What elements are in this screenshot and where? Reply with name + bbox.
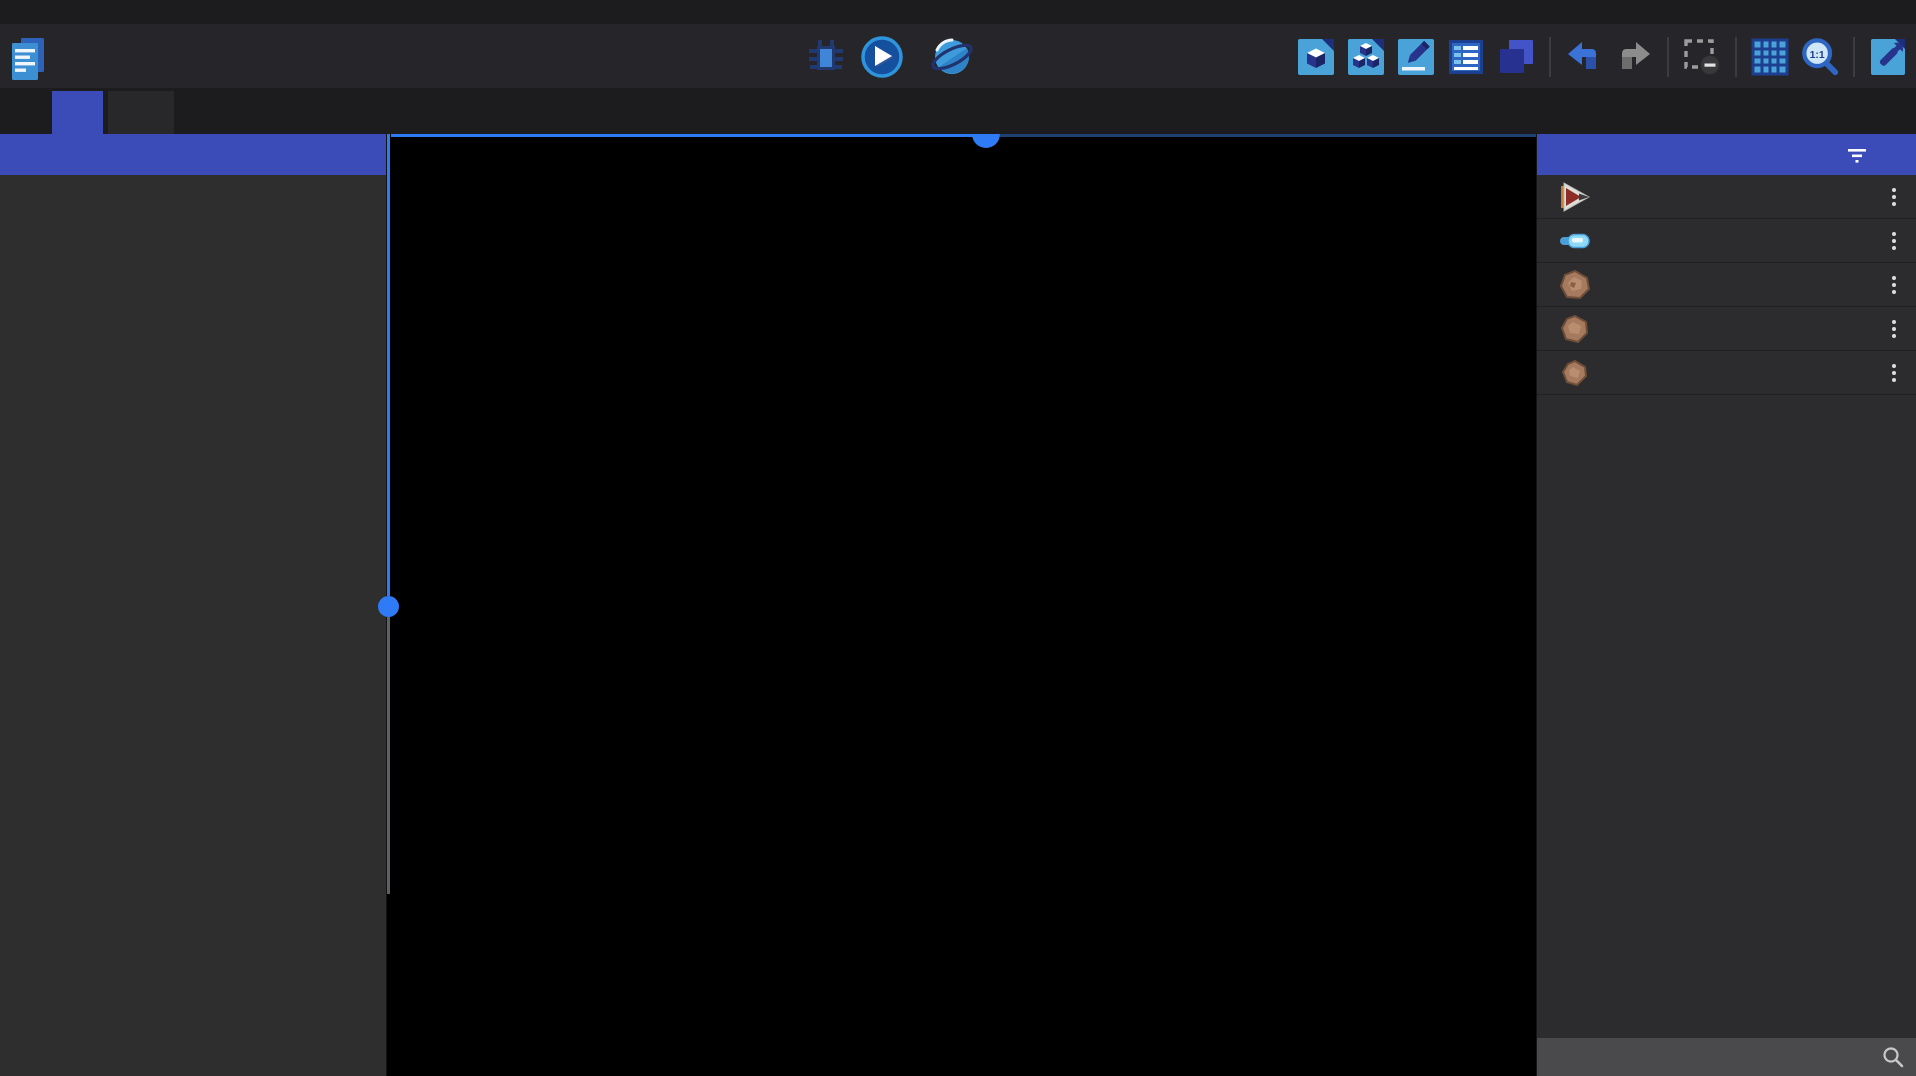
asteroid-icon [1559,358,1593,388]
toolbar: 1:1 [0,24,1916,88]
debug-button[interactable] [806,37,846,77]
grid-button[interactable] [1750,37,1790,77]
debug-bug-icon [806,37,846,77]
editor-settings-button[interactable] [1868,37,1908,77]
scene-render[interactable] [387,134,1537,1076]
properties-close-icon[interactable] [363,153,371,157]
tab-playscene2[interactable] [52,91,103,134]
edit-pencil-icon [1396,37,1436,77]
objects-panel-header [1537,134,1916,175]
publish-button[interactable] [929,36,986,78]
tab-home[interactable] [0,91,52,134]
toolbar-separator [1853,37,1855,77]
object-groups-icon [1346,37,1386,77]
properties-panel [0,134,386,1076]
horizontal-scrollbar[interactable] [391,134,973,137]
scene-properties-button[interactable] [1396,37,1436,77]
tab-playscene2-events[interactable] [108,91,174,134]
objects-panel [1536,134,1916,1076]
object-row-asteroid-big[interactable] [1537,263,1916,307]
add-object-row[interactable] [1537,395,1916,439]
redo-arrow-icon [1615,39,1653,75]
object-row-bullet[interactable] [1537,219,1916,263]
zoom-1-1-button[interactable]: 1:1 [1800,37,1840,77]
object-menu-button[interactable] [1888,360,1900,386]
object-menu-button[interactable] [1888,272,1900,298]
toolbar-separator [1549,37,1551,77]
vertical-scrollbar-thumb[interactable] [378,596,399,617]
bullet-icon [1559,226,1593,256]
preview-button[interactable] [861,36,914,78]
svg-text:1:1: 1:1 [1810,50,1825,61]
scene-editor-canvas[interactable] [386,134,1536,1076]
object-menu-button[interactable] [1888,184,1900,210]
objects-editor-icon [1296,37,1336,77]
layers-icon [1496,37,1536,77]
grid-icon [1750,37,1790,77]
deselect-icon [1682,37,1722,77]
undo-button[interactable] [1564,37,1604,77]
wrench-icon [1868,37,1908,77]
object-row-asteroid-small[interactable] [1537,351,1916,395]
objects-editor-button[interactable] [1296,37,1336,77]
asteroid-icon [1559,270,1593,300]
objects-search-bar [1537,1038,1916,1076]
object-menu-button[interactable] [1888,316,1900,342]
menu-bar [0,0,1916,24]
object-groups-button[interactable] [1346,37,1386,77]
horizontal-scrollbar-track[interactable] [1000,134,1536,137]
instances-list-icon [1446,37,1486,77]
project-manager-icon [10,36,46,82]
properties-panel-header [0,134,386,175]
toolbar-separator [1735,37,1737,77]
undo-arrow-icon [1565,39,1603,75]
layers-button[interactable] [1496,37,1536,77]
player-ship-icon [1559,182,1593,212]
deselect-all-button[interactable] [1682,37,1722,77]
publish-globe-icon [929,36,975,78]
objects-filter-button[interactable] [1847,147,1867,163]
object-menu-button[interactable] [1888,228,1900,254]
asteroid-icon [1559,314,1593,344]
vertical-scrollbar-track[interactable] [387,617,390,894]
instances-list-button[interactable] [1446,37,1486,77]
objects-close-icon[interactable] [1893,153,1901,157]
vertical-scrollbar[interactable] [387,134,390,596]
object-row-asteroid-medium[interactable] [1537,307,1916,351]
preview-play-icon [861,36,903,78]
toolbar-separator [1667,37,1669,77]
search-icon [1882,1046,1904,1068]
redo-button[interactable] [1614,37,1654,77]
filter-icon [1847,147,1867,163]
zoom-1-1-icon: 1:1 [1800,36,1840,78]
object-row-player[interactable] [1537,175,1916,219]
tab-bar [0,88,1916,134]
project-manager-button[interactable] [10,36,46,82]
objects-search-input[interactable] [1537,1048,1882,1067]
